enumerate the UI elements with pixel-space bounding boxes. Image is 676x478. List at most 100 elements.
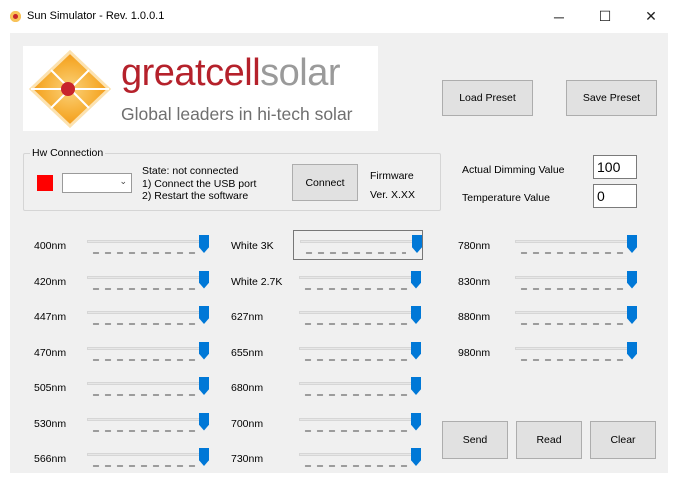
slider-thumb[interactable]	[199, 270, 209, 289]
connection-status-indicator	[37, 175, 53, 191]
slider-ticks	[518, 358, 627, 361]
slider-thumb[interactable]	[627, 235, 637, 253]
state-line: State: not connected	[142, 165, 239, 177]
slider-thumb[interactable]	[627, 306, 637, 324]
slider-ticks	[302, 323, 411, 325]
port-select[interactable]: ⌄	[62, 173, 132, 193]
slider-ticks	[90, 465, 199, 467]
load-preset-button[interactable]: Load Preset	[442, 80, 533, 116]
slider-track[interactable]	[515, 240, 637, 243]
greatcell-solar-logo: greatcellsolar Global leaders in hi-tech…	[23, 46, 378, 131]
dimming-label: Actual Dimming Value	[462, 164, 565, 176]
slider-track[interactable]	[515, 275, 637, 279]
slider-track[interactable]	[300, 240, 416, 243]
channel-slider[interactable]	[299, 377, 421, 405]
save-preset-button[interactable]: Save Preset	[566, 80, 657, 116]
channel-slider[interactable]	[299, 270, 421, 299]
slider-thumb[interactable]	[411, 270, 421, 289]
channel-slider[interactable]	[87, 306, 209, 334]
maximize-button[interactable]: ☐	[582, 0, 628, 33]
slider-ticks	[518, 287, 627, 290]
slider-track[interactable]	[299, 382, 421, 385]
channel-label: 470nm	[34, 346, 67, 359]
chevron-down-icon[interactable]: ⌄	[119, 176, 127, 187]
logo-word-great-cell: greatcell	[121, 52, 261, 94]
channel-label: 700nm	[231, 417, 264, 430]
slider-track[interactable]	[299, 453, 421, 456]
connection-state-text: State: not connected 1) Connect the USB …	[142, 165, 256, 203]
slider-track[interactable]	[87, 417, 209, 421]
clear-button[interactable]: Clear	[590, 421, 656, 459]
channel-label: White 2.7K	[231, 275, 283, 288]
temperature-value-input[interactable]: 0	[593, 184, 637, 208]
minimize-button[interactable]: ─	[536, 0, 582, 33]
channel-label: 730nm	[231, 453, 264, 465]
channel-slider[interactable]	[299, 306, 421, 334]
slider-track[interactable]	[87, 346, 209, 350]
slider-track[interactable]	[515, 346, 637, 350]
slider-thumb[interactable]	[199, 448, 209, 466]
slider-thumb[interactable]	[412, 235, 422, 253]
channel-label: 627nm	[231, 311, 264, 323]
channel-slider[interactable]	[299, 341, 421, 370]
channel-slider[interactable]	[299, 448, 421, 476]
channel-label: 530nm	[34, 417, 67, 430]
channel-slider[interactable]	[515, 306, 637, 334]
slider-thumb[interactable]	[199, 377, 209, 395]
firmware-info: Firmware Ver. X.XX	[370, 167, 415, 205]
slider-thumb[interactable]	[627, 341, 637, 360]
channel-slider[interactable]	[87, 377, 209, 405]
slider-track[interactable]	[299, 275, 421, 279]
slider-ticks	[302, 358, 411, 361]
slider-ticks	[518, 252, 627, 254]
channel-label: 780nm	[458, 240, 491, 252]
slider-thumb[interactable]	[411, 412, 421, 431]
firmware-version: Ver. X.XX	[370, 189, 415, 201]
window-title: Sun Simulator - Rev. 1.0.0.1	[27, 10, 165, 22]
send-button[interactable]: Send	[442, 421, 508, 459]
slider-track[interactable]	[299, 417, 421, 421]
slider-thumb[interactable]	[199, 306, 209, 324]
channel-label: 880nm	[458, 311, 491, 323]
slider-thumb[interactable]	[411, 377, 421, 395]
slider-track[interactable]	[87, 275, 209, 279]
channel-slider[interactable]	[293, 230, 423, 260]
channel-label: 420nm	[34, 275, 67, 288]
slider-thumb[interactable]	[627, 270, 637, 289]
channel-label: 655nm	[231, 346, 264, 359]
channel-slider[interactable]	[87, 235, 209, 263]
channel-slider[interactable]	[87, 270, 209, 299]
slider-ticks	[302, 429, 411, 432]
slider-thumb[interactable]	[199, 412, 209, 431]
slider-thumb[interactable]	[411, 341, 421, 360]
slider-track[interactable]	[515, 311, 637, 314]
channel-slider[interactable]	[87, 341, 209, 370]
channel-slider[interactable]	[515, 270, 637, 299]
channel-slider[interactable]	[87, 448, 209, 476]
channel-slider[interactable]	[515, 235, 637, 263]
close-button[interactable]: ✕	[628, 0, 674, 33]
slider-track[interactable]	[299, 311, 421, 314]
slider-track[interactable]	[299, 346, 421, 350]
channel-slider[interactable]	[299, 412, 421, 441]
slider-track[interactable]	[87, 311, 209, 314]
logo-tagline: Global leaders in hi-tech solar	[121, 104, 353, 124]
slider-thumb[interactable]	[199, 235, 209, 253]
connect-button[interactable]: Connect	[292, 164, 358, 201]
channel-slider[interactable]	[515, 341, 637, 370]
firmware-label: Firmware	[370, 170, 414, 182]
slider-track[interactable]	[87, 382, 209, 385]
channel-slider[interactable]	[87, 412, 209, 441]
read-button[interactable]: Read	[516, 421, 582, 459]
slider-track[interactable]	[87, 240, 209, 243]
slider-ticks	[518, 323, 627, 325]
slider-track[interactable]	[87, 453, 209, 456]
slider-ticks	[90, 394, 199, 396]
hw-connection-group: Hw Connection ⌄ State: not connected 1) …	[23, 147, 441, 211]
slider-thumb[interactable]	[411, 306, 421, 324]
slider-thumb[interactable]	[411, 448, 421, 466]
dimming-value-input[interactable]: 100	[593, 155, 637, 179]
slider-thumb[interactable]	[199, 341, 209, 360]
hw-connection-label: Hw Connection	[30, 147, 106, 159]
slider-ticks	[302, 394, 411, 396]
